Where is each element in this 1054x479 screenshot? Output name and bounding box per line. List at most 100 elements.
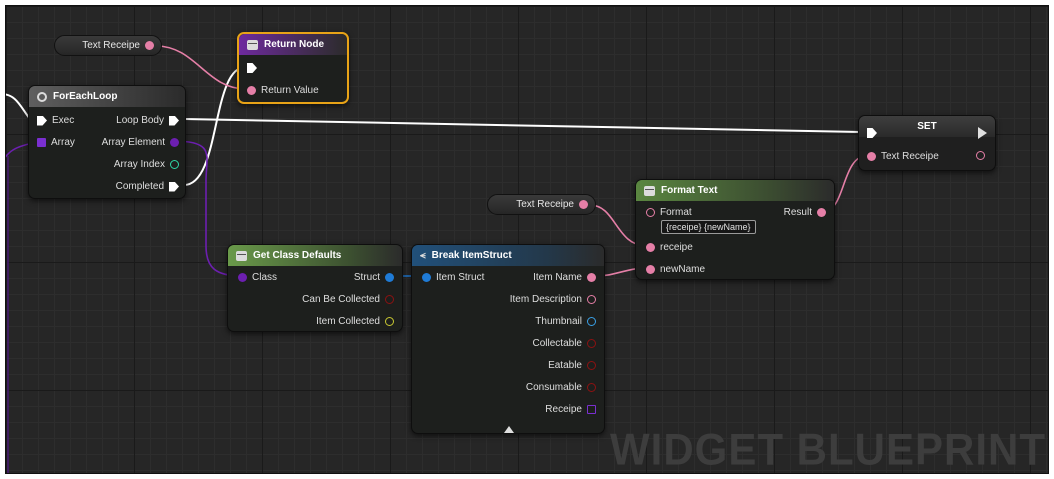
text-wire-return <box>155 45 247 90</box>
exec-wire-loopbody-set <box>183 118 862 133</box>
array-row: Array <box>37 137 75 148</box>
exec-out-pin-icon[interactable] <box>169 115 179 126</box>
get-class-defaults-node[interactable]: Get Class Defaults Class Struct Can Be C… <box>227 244 403 332</box>
text-receipe-getter-mid[interactable]: Text Receipe <box>487 194 596 215</box>
set-text-receipe-row: Text Receipe <box>867 151 939 162</box>
exec-label: Exec <box>52 115 75 126</box>
int-pin-icon[interactable] <box>170 160 179 169</box>
result-row: Result <box>784 207 826 218</box>
class-pin-icon[interactable] <box>587 405 596 414</box>
exec-wire-in <box>6 93 31 120</box>
receipe-label: Receipe <box>545 404 582 415</box>
result-label: Result <box>783 207 812 218</box>
for-each-loop-node[interactable]: ForEachLoop Exec Array Loop Body Array E… <box>28 85 186 199</box>
item-name-row: Item Name <box>533 272 596 283</box>
bool-pin-icon[interactable] <box>587 383 596 392</box>
function-icon <box>644 185 655 196</box>
class-row: Class <box>238 272 277 283</box>
text-pin-icon[interactable] <box>579 200 588 209</box>
format-text-header: Format Text <box>636 180 834 201</box>
item-collected-row: Item Collected <box>316 316 394 327</box>
text-out-pin-icon[interactable] <box>976 151 985 160</box>
exec-out-hollow-pin-icon[interactable] <box>978 127 987 139</box>
for-each-loop-title: ForEachLoop <box>53 91 118 102</box>
struct-pin-icon[interactable] <box>385 273 394 282</box>
for-each-loop-header: ForEachLoop <box>29 86 185 107</box>
array-index-label: Array Index <box>113 159 165 170</box>
return-node[interactable]: Return Node Return Value <box>237 32 349 104</box>
bool-pin-icon[interactable] <box>587 361 596 370</box>
text-pin-icon[interactable] <box>145 41 154 50</box>
set-node-title: SET <box>917 121 937 132</box>
text-in-pin-icon[interactable] <box>646 208 655 217</box>
format-text-title: Format Text <box>661 185 718 196</box>
receipe-label: receipe <box>660 242 693 253</box>
text-out-pin-icon[interactable] <box>587 295 596 304</box>
texture-pin-icon[interactable] <box>587 317 596 326</box>
struct-label: Struct <box>353 272 380 283</box>
new-name-row: newName <box>646 264 705 275</box>
item-struct-label: Item Struct <box>436 272 485 283</box>
object-pin-icon[interactable] <box>385 317 394 326</box>
consumable-row: Consumable <box>526 382 596 393</box>
format-text-node[interactable]: Format Text Format {receipe} {newName} R… <box>635 179 835 280</box>
set-node[interactable]: SET Text Receipe <box>858 115 996 171</box>
struct-pin-icon[interactable] <box>422 273 431 282</box>
thumbnail-row: Thumbnail <box>535 316 596 327</box>
set-exec-out-row <box>978 127 987 139</box>
eatable-label: Eatable <box>548 360 582 371</box>
item-description-row: Item Description <box>510 294 596 305</box>
break-item-struct-node[interactable]: ⪪ Break ItemStruct Item Struct Item Name… <box>411 244 605 434</box>
text-pin-icon[interactable] <box>247 86 256 95</box>
item-name-label: Item Name <box>533 272 582 283</box>
text-receipe-getter-top[interactable]: Text Receipe <box>54 35 162 56</box>
consumable-label: Consumable <box>525 382 582 393</box>
text-pin-icon[interactable] <box>646 243 655 252</box>
advanced-display-toggle-icon[interactable] <box>504 426 514 433</box>
break-item-struct-title: Break ItemStruct <box>431 250 512 261</box>
exec-in-pin-icon[interactable] <box>867 128 877 138</box>
format-value-field[interactable]: {receipe} {newName} <box>661 220 756 234</box>
return-exec-in-row <box>247 63 257 73</box>
break-struct-icon: ⪪ <box>420 249 426 261</box>
array-element-label: Array Element <box>101 137 165 148</box>
text-pin-icon[interactable] <box>867 152 876 161</box>
bool-pin-icon[interactable] <box>587 339 596 348</box>
set-output-row <box>976 151 985 160</box>
return-node-title: Return Node <box>264 39 324 50</box>
struct-row: Struct <box>354 272 394 283</box>
loop-icon <box>37 91 47 102</box>
completed-row: Completed <box>116 181 179 192</box>
return-node-header: Return Node <box>239 34 347 55</box>
exec-in-pin-icon[interactable] <box>247 63 257 73</box>
class-pin-icon[interactable] <box>238 273 247 282</box>
format-row: Format <box>646 207 692 218</box>
blueprint-graph-canvas[interactable]: Text Receipe Return Node Return Value Fo… <box>5 5 1049 474</box>
text-pin-icon[interactable] <box>817 208 826 217</box>
collectable-label: Collectable <box>532 338 582 349</box>
completed-label: Completed <box>115 181 164 192</box>
format-label: Format <box>660 207 692 218</box>
text-pin-icon[interactable] <box>646 265 655 274</box>
text-pin-icon[interactable] <box>587 273 596 282</box>
array-element-row: Array Element <box>102 137 179 148</box>
thumbnail-label: Thumbnail <box>535 316 582 327</box>
bool-pin-icon[interactable] <box>385 295 394 304</box>
loop-body-row: Loop Body <box>116 115 179 126</box>
class-pin-icon[interactable] <box>170 138 179 147</box>
text-receipe-label: Text Receipe <box>82 40 140 51</box>
array-pin-icon[interactable] <box>37 138 46 147</box>
set-exec-in-row <box>867 128 877 138</box>
set-text-receipe-label: Text Receipe <box>881 151 939 162</box>
new-name-label: newName <box>660 264 706 275</box>
function-icon <box>247 39 258 50</box>
exec-out-pin-icon[interactable] <box>169 181 179 192</box>
return-value-label: Return Value <box>261 85 319 96</box>
item-description-label: Item Description <box>509 294 582 305</box>
loop-body-label: Loop Body <box>116 115 164 126</box>
exec-in-row: Exec <box>37 115 74 126</box>
array-label: Array <box>51 137 75 148</box>
exec-in-pin-icon[interactable] <box>37 115 47 126</box>
receipe-row: receipe <box>646 242 693 253</box>
function-icon <box>236 250 247 261</box>
